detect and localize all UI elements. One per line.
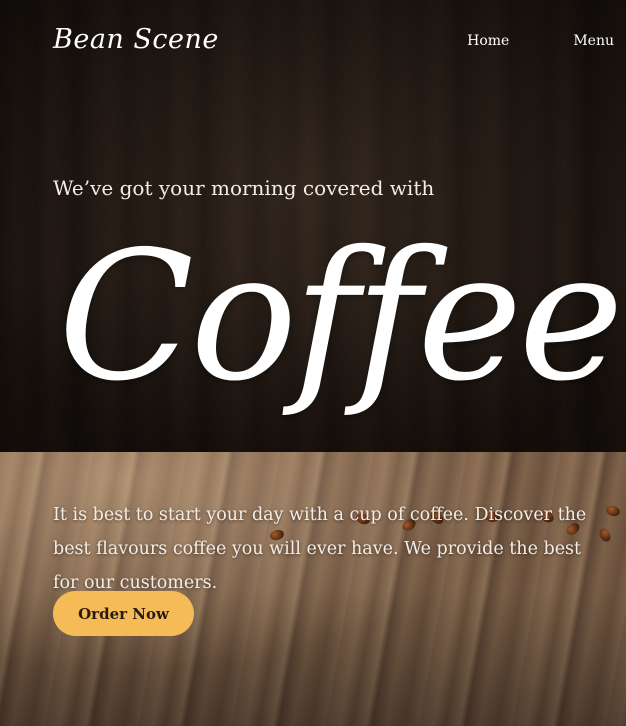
hero-description: It is best to start your day with a cup … — [53, 504, 587, 593]
order-now-button[interactable]: Order Now — [53, 591, 194, 636]
main-nav: Home Menu — [467, 33, 614, 49]
nav-item-home[interactable]: Home — [467, 33, 509, 49]
hero-headline: Coffee — [58, 213, 624, 420]
nav-item-menu[interactable]: Menu — [573, 33, 614, 49]
brand-logo[interactable]: Bean Scene — [53, 24, 219, 55]
hero-tagline: We’ve got your morning covered with — [53, 176, 435, 200]
